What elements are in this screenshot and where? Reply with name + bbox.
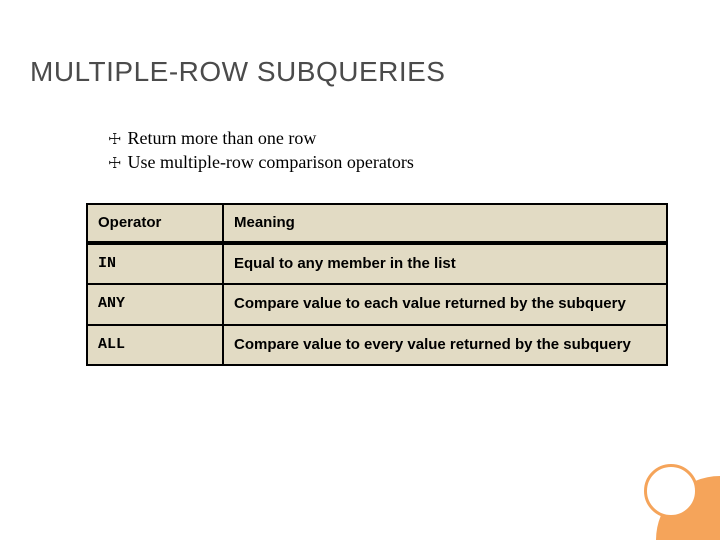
- cell-meaning: Compare value to each value returned by …: [223, 284, 667, 325]
- table-row: ALL Compare value to every value returne…: [87, 325, 667, 366]
- header-meaning: Meaning: [223, 204, 667, 243]
- corner-circle-small: [644, 464, 698, 518]
- cell-operator: ANY: [87, 284, 223, 325]
- bullet-glyph: ☩: [108, 154, 121, 174]
- cell-operator: ALL: [87, 325, 223, 366]
- bullet-glyph: ☩: [108, 130, 121, 150]
- operators-table-container: Operator Meaning IN Equal to any member …: [86, 203, 668, 367]
- slide-title: MULTIPLE-ROW SUBQUERIES: [30, 56, 690, 88]
- corner-decoration: [620, 440, 720, 540]
- table-row: IN Equal to any member in the list: [87, 243, 667, 285]
- bullet-text: Use multiple-row comparison operators: [127, 150, 413, 174]
- cell-meaning: Compare value to every value returned by…: [223, 325, 667, 366]
- cell-meaning: Equal to any member in the list: [223, 243, 667, 285]
- header-operator: Operator: [87, 204, 223, 243]
- table-header-row: Operator Meaning: [87, 204, 667, 243]
- bullet-item: ☩ Use multiple-row comparison operators: [108, 150, 690, 174]
- table-row: ANY Compare value to each value returned…: [87, 284, 667, 325]
- bullet-text: Return more than one row: [127, 126, 316, 150]
- cell-operator: IN: [87, 243, 223, 285]
- operators-table: Operator Meaning IN Equal to any member …: [86, 203, 668, 367]
- bullet-list: ☩ Return more than one row ☩ Use multipl…: [108, 126, 690, 175]
- bullet-item: ☩ Return more than one row: [108, 126, 690, 150]
- slide: MULTIPLE-ROW SUBQUERIES ☩ Return more th…: [0, 0, 720, 540]
